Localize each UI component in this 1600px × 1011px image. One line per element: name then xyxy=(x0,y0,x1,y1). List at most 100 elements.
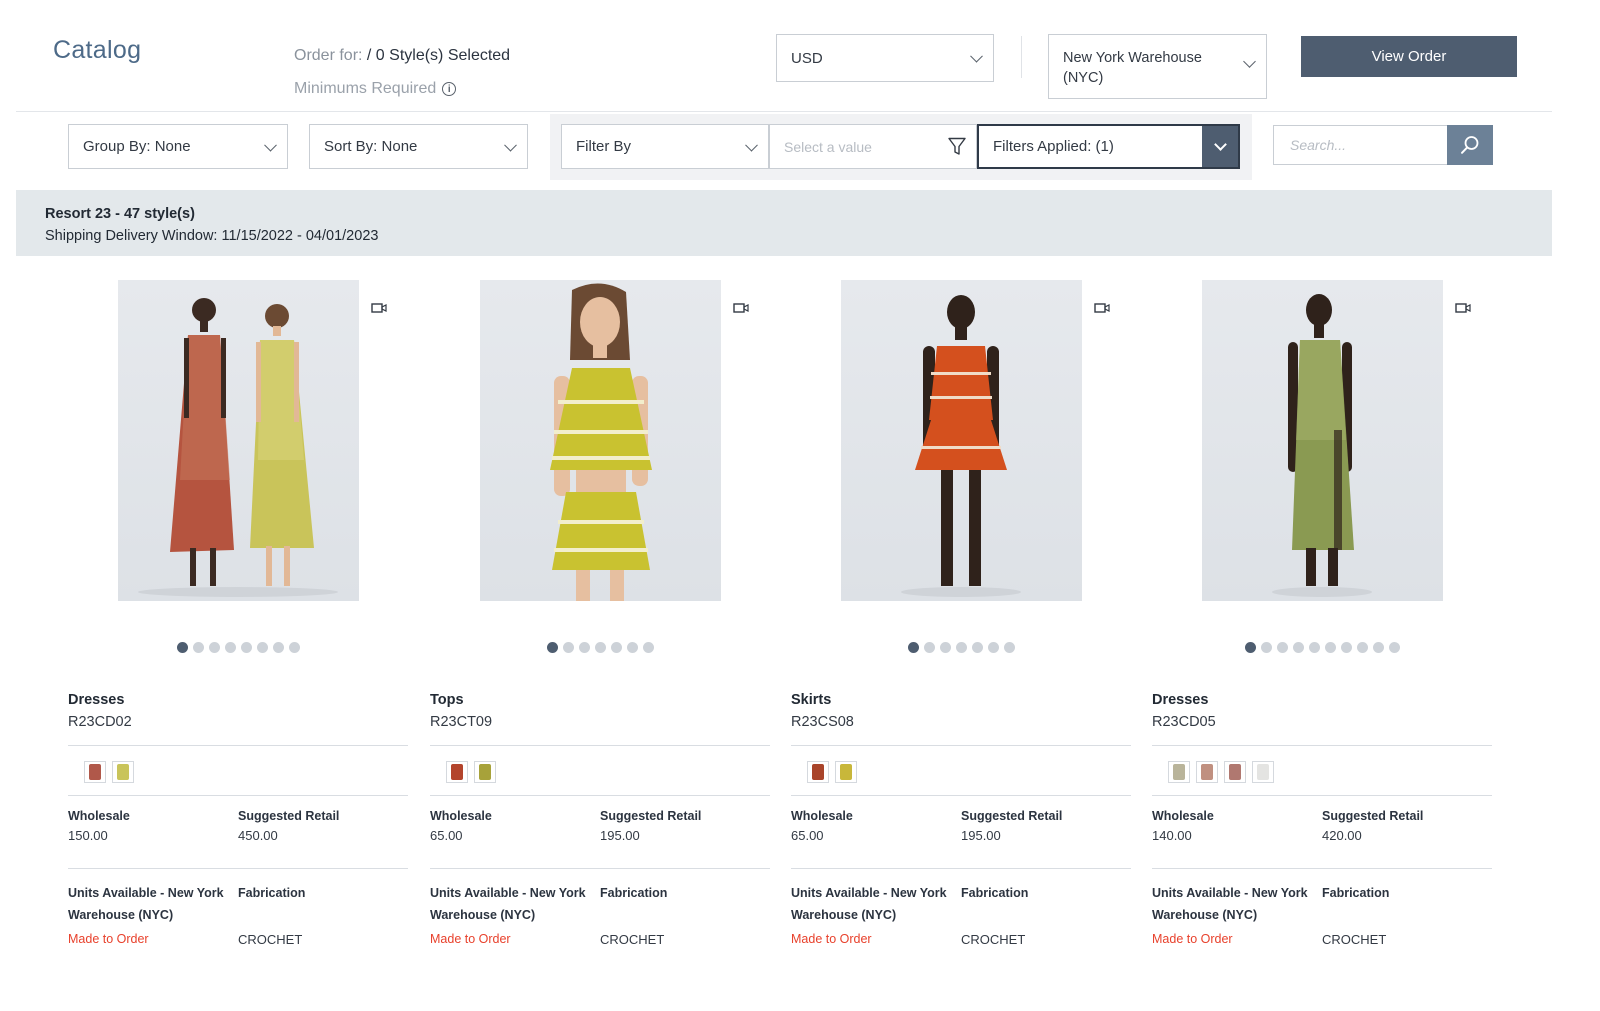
model-photo xyxy=(901,295,1021,597)
warehouse-select[interactable]: New York Warehouse (NYC) xyxy=(1048,34,1267,99)
product-code[interactable]: R23CD05 xyxy=(1152,714,1216,730)
color-swatch[interactable] xyxy=(1224,761,1246,783)
group-by-value: Group By: None xyxy=(83,138,191,155)
divider xyxy=(791,795,1131,796)
product-card[interactable]: Dresses R23CD05 Wholesale 140.00 Suggest… xyxy=(1152,256,1492,976)
wholesale-price: 150.00 xyxy=(68,828,108,843)
product-image[interactable] xyxy=(841,280,1082,601)
season-banner: Resort 23 - 47 style(s) Shipping Deliver… xyxy=(16,190,1552,256)
swatch-thumbnail xyxy=(1229,764,1241,780)
chevron-down-icon xyxy=(264,138,277,152)
carousel-dot[interactable] xyxy=(176,642,188,653)
carousel-dot[interactable] xyxy=(626,642,638,653)
product-code[interactable]: R23CD02 xyxy=(68,714,132,730)
filter-value-select[interactable]: Select a value xyxy=(769,124,977,169)
order-for-label: Order for: xyxy=(294,47,367,64)
minimums-required: Minimums Required i xyxy=(294,80,457,98)
video-camera-icon[interactable] xyxy=(371,302,387,314)
carousel-dot[interactable] xyxy=(208,642,220,653)
carousel-dot[interactable] xyxy=(578,642,590,653)
carousel-dot[interactable] xyxy=(1372,642,1384,653)
filter-by-select[interactable]: Filter By xyxy=(561,124,769,169)
swatch-thumbnail xyxy=(89,764,101,780)
swatch-thumbnail xyxy=(1201,764,1213,780)
carousel-dot[interactable] xyxy=(1292,642,1304,653)
carousel-dot[interactable] xyxy=(240,642,252,653)
filters-applied-select[interactable]: Filters Applied: (1) xyxy=(977,124,1240,169)
currency-select[interactable]: USD xyxy=(776,34,994,82)
fabrication-value: CROCHET xyxy=(961,932,1026,947)
availability-status: Made to Order xyxy=(1152,932,1233,946)
product-image[interactable] xyxy=(480,280,721,601)
swatch-thumbnail xyxy=(117,764,129,780)
carousel-dot[interactable] xyxy=(1324,642,1336,653)
swatch-thumbnail xyxy=(451,764,463,780)
fabrication-value: CROCHET xyxy=(1322,932,1387,947)
carousel-dot[interactable] xyxy=(288,642,300,653)
product-image[interactable] xyxy=(1202,280,1443,601)
carousel-dot[interactable] xyxy=(562,642,574,653)
search-button[interactable] xyxy=(1447,125,1493,165)
sort-by-select[interactable]: Sort By: None xyxy=(309,124,528,169)
color-swatch[interactable] xyxy=(474,761,496,783)
carousel-dot[interactable] xyxy=(1003,642,1015,653)
divider xyxy=(430,868,770,869)
product-card[interactable]: Skirts R23CS08 Wholesale 65.00 Suggested… xyxy=(791,256,1131,976)
search-input[interactable] xyxy=(1273,125,1448,165)
color-swatch[interactable] xyxy=(1168,761,1190,783)
carousel-dot[interactable] xyxy=(939,642,951,653)
color-swatch[interactable] xyxy=(84,761,106,783)
model-photo xyxy=(550,283,652,601)
carousel-dot[interactable] xyxy=(1356,642,1368,653)
product-card[interactable]: Dresses R23CD02 Wholesale 150.00 Suggest… xyxy=(68,256,408,976)
product-code[interactable]: R23CS08 xyxy=(791,714,854,730)
carousel-dot[interactable] xyxy=(1308,642,1320,653)
color-swatches xyxy=(446,761,496,783)
color-swatch[interactable] xyxy=(1196,761,1218,783)
color-swatch[interactable] xyxy=(1252,761,1274,783)
video-camera-icon[interactable] xyxy=(1094,302,1110,314)
carousel-dot[interactable] xyxy=(224,642,236,653)
carousel-dot[interactable] xyxy=(907,642,919,653)
color-swatch[interactable] xyxy=(446,761,468,783)
carousel-dot[interactable] xyxy=(1260,642,1272,653)
carousel-dot[interactable] xyxy=(192,642,204,653)
info-icon[interactable]: i xyxy=(442,82,457,96)
group-by-select[interactable]: Group By: None xyxy=(68,124,288,169)
product-card[interactable]: Tops R23CT09 Wholesale 65.00 Suggested R… xyxy=(430,256,770,976)
funnel-icon[interactable] xyxy=(948,137,966,156)
fabrication-label: Fabrication xyxy=(600,886,668,900)
carousel-dot[interactable] xyxy=(594,642,606,653)
color-swatch[interactable] xyxy=(807,761,829,783)
product-code[interactable]: R23CT09 xyxy=(430,714,492,730)
wholesale-label: Wholesale xyxy=(791,809,853,823)
color-swatch[interactable] xyxy=(112,761,134,783)
filters-applied-toggle[interactable] xyxy=(1202,126,1238,167)
carousel-dot[interactable] xyxy=(955,642,967,653)
retail-label: Suggested Retail xyxy=(1322,809,1424,823)
carousel-dot[interactable] xyxy=(1340,642,1352,653)
video-camera-icon[interactable] xyxy=(1455,302,1471,314)
video-camera-icon[interactable] xyxy=(733,302,749,314)
color-swatch[interactable] xyxy=(835,761,857,783)
divider xyxy=(1152,868,1492,869)
carousel-dot[interactable] xyxy=(610,642,622,653)
carousel-dot[interactable] xyxy=(1276,642,1288,653)
carousel-dot[interactable] xyxy=(1244,642,1256,653)
swatch-thumbnail xyxy=(840,764,852,780)
carousel-dot[interactable] xyxy=(272,642,284,653)
sort-by-value: Sort By: None xyxy=(324,138,418,155)
carousel-dot[interactable] xyxy=(1388,642,1400,653)
carousel-dot[interactable] xyxy=(971,642,983,653)
carousel-dot[interactable] xyxy=(642,642,654,653)
carousel-dot[interactable] xyxy=(256,642,268,653)
carousel-dot[interactable] xyxy=(987,642,999,653)
header-divider xyxy=(1021,36,1022,78)
warehouse-value: New York Warehouse (NYC) xyxy=(1063,50,1202,86)
carousel-dot[interactable] xyxy=(923,642,935,653)
chevron-down-icon xyxy=(1243,55,1256,68)
carousel-dot[interactable] xyxy=(546,642,558,653)
product-image[interactable] xyxy=(118,280,359,601)
view-order-button[interactable]: View Order xyxy=(1301,36,1517,77)
fabrication-value: CROCHET xyxy=(600,932,665,947)
